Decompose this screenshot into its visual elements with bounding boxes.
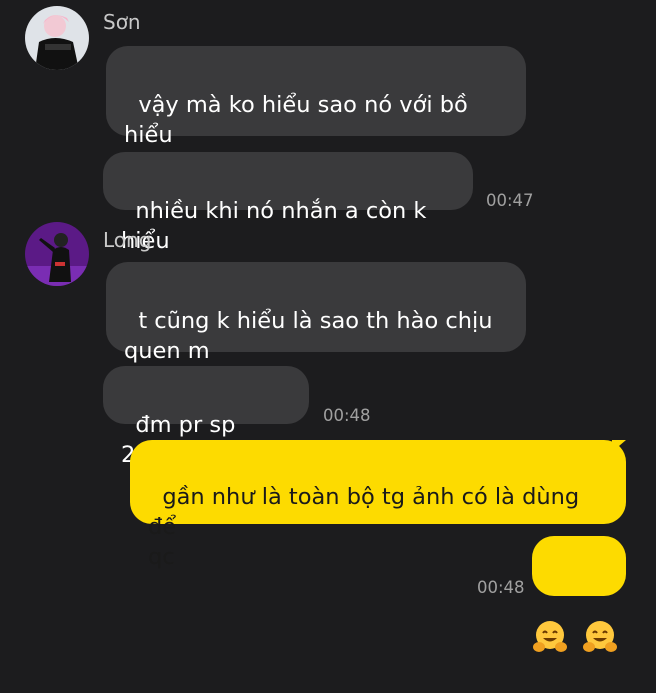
message-bubble[interactable]: nhiều khi nó nhắn a còn k hiểu (103, 152, 473, 254)
avatar-son[interactable] (25, 6, 89, 70)
avatar-long[interactable] (25, 222, 89, 286)
outgoing-message-bubble[interactable]: gần như là toàn bộ tg ảnh có là dùng để … (130, 440, 626, 570)
message-bubble[interactable]: đm pr sp 24/24 (103, 366, 309, 468)
message-timestamp: 00:47 (486, 191, 534, 210)
message-text: nhiều khi nó nhắn a còn k hiểu (121, 198, 434, 254)
message-timestamp: 00:48 (477, 578, 525, 597)
hugging-face-icon (532, 559, 576, 693)
message-text: t cũng k hiểu là sao th hào chịu quen m (124, 308, 493, 364)
message-timestamp: 00:48 (323, 406, 371, 425)
sender-name: Long (103, 228, 152, 252)
message-text: gần như là toàn bộ tg ảnh có là dùng để … (148, 484, 580, 570)
outgoing-sticker-bubble[interactable] (532, 536, 626, 652)
bubble-tail (612, 440, 626, 452)
message-bubble[interactable]: vậy mà ko hiểu sao nó với bồ hiểu nhau (106, 46, 526, 178)
message-bubble[interactable]: t cũng k hiểu là sao th hào chịu quen m (106, 262, 526, 364)
sender-name: Sơn (103, 10, 141, 34)
hugging-face-icon (582, 559, 626, 693)
